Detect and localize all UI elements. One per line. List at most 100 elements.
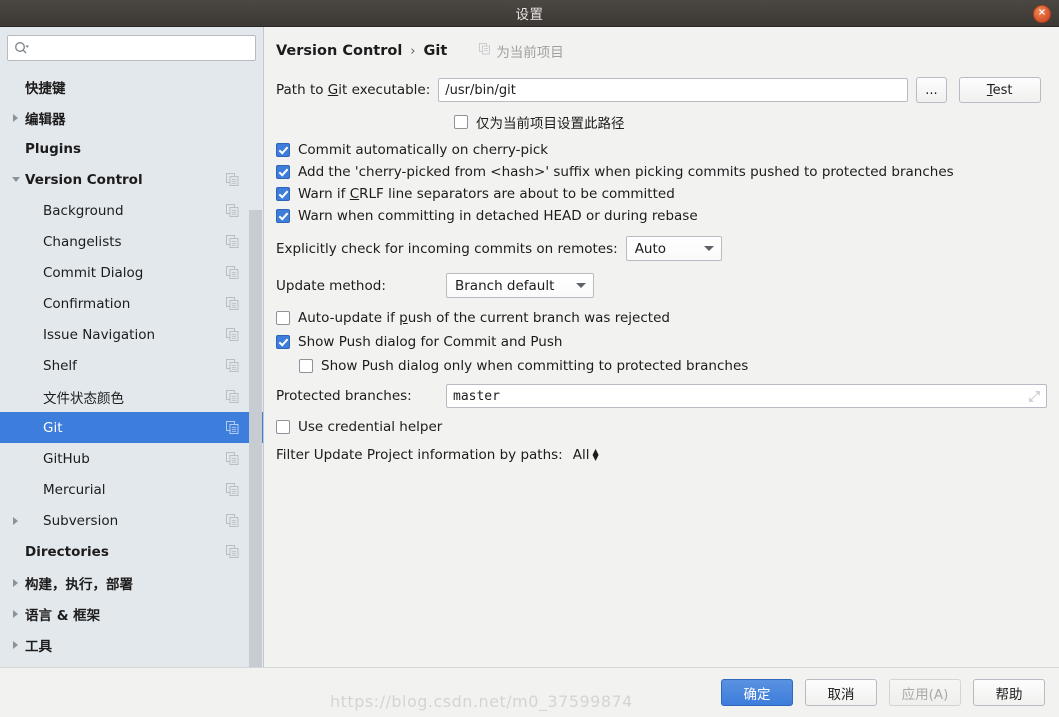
sidebar-scrollbar-track[interactable] (249, 210, 262, 667)
sidebar-item-label: Subversion (43, 512, 119, 529)
show-push-protected-checkbox[interactable] (299, 359, 313, 373)
breadcrumb-separator: › (410, 43, 416, 59)
chevron-down-icon (703, 246, 714, 251)
sidebar-item-label: Plugins (25, 140, 82, 157)
project-only-path-row[interactable]: 仅为当前项目设置此路径 (454, 112, 1047, 132)
git-path-input[interactable] (438, 78, 909, 102)
sidebar-item-plugins[interactable]: Plugins (0, 133, 263, 164)
close-icon[interactable]: × (1033, 5, 1051, 23)
show-push-dialog-row[interactable]: Show Push dialog for Commit and Push (276, 334, 1047, 350)
copy-icon[interactable] (226, 297, 239, 310)
sidebar-item-version-control[interactable]: Version Control (0, 164, 263, 195)
copy-icon[interactable] (226, 452, 239, 465)
sidebar-scrollbar-thumb[interactable] (249, 210, 262, 667)
protected-branches-input[interactable] (446, 384, 1047, 408)
sidebar-item-changelists[interactable]: Changelists (0, 226, 263, 257)
sidebar-item-shelf[interactable]: Shelf (0, 350, 263, 381)
git-path-label: Path to Git executable: (276, 82, 431, 98)
incoming-commits-label: Explicitly check for incoming commits on… (276, 240, 618, 257)
dialog-footer: https://blog.csdn.net/m0_37599874 确定 取消 … (0, 667, 1059, 717)
sidebar-item-github[interactable]: GitHub (0, 443, 263, 474)
expand-icon[interactable] (1028, 390, 1041, 403)
incoming-commits-select[interactable]: Auto (625, 236, 722, 261)
warn-detached-head-checkbox[interactable] (276, 209, 290, 223)
settings-dialog: 设置 × 快捷键 编辑器 Plugins Version Control Bac… (0, 0, 1059, 717)
filter-update-project-value[interactable]: All ▲ ▼ (573, 447, 599, 463)
sidebar-item-confirmation[interactable]: Confirmation (0, 288, 263, 319)
sidebar-item-directories[interactable]: Directories (0, 536, 263, 567)
sidebar-item-issue-navigation[interactable]: Issue Navigation (0, 319, 263, 350)
sidebar-item-[interactable]: 文件状态颜色 (0, 381, 263, 412)
copy-icon[interactable] (226, 545, 239, 558)
copy-icon[interactable] (226, 235, 239, 248)
show-push-protected-row[interactable]: Show Push dialog only when committing to… (299, 358, 1047, 374)
sidebar-item-commit-dialog[interactable]: Commit Dialog (0, 257, 263, 288)
sidebar-item-[interactable]: 工具 (0, 629, 263, 660)
auto-update-checkbox[interactable] (276, 311, 290, 325)
sidebar-item-label: 文件状态颜色 (43, 390, 124, 407)
project-only-path-label: 仅为当前项目设置此路径 (476, 116, 625, 132)
chevron-right-icon[interactable] (10, 111, 23, 124)
apply-button[interactable]: 应用(A) (889, 679, 961, 706)
warn-detached-head-row[interactable]: Warn when committing in detached HEAD or… (276, 208, 1047, 224)
copy-icon[interactable] (226, 266, 239, 279)
breadcrumb-current: Git (423, 43, 448, 59)
warn-crlf-row[interactable]: Warn if CRLF line separators are about t… (276, 186, 1047, 202)
chevron-right-icon[interactable] (10, 638, 23, 651)
sidebar-item-mercurial[interactable]: Mercurial (0, 474, 263, 505)
warn-detached-head-label: Warn when committing in detached HEAD or… (298, 208, 698, 224)
cancel-button[interactable]: 取消 (805, 679, 877, 706)
git-settings-form: Path to Git executable: ... Test 仅为当前项目设… (264, 63, 1059, 463)
update-method-select[interactable]: Branch default (446, 273, 594, 298)
ok-button[interactable]: 确定 (721, 679, 793, 706)
copy-icon[interactable] (226, 390, 239, 403)
chevron-right-icon[interactable] (10, 514, 23, 527)
copy-icon[interactable] (226, 514, 239, 527)
sidebar-item-background[interactable]: Background (0, 195, 263, 226)
use-credential-helper-checkbox[interactable] (276, 420, 290, 434)
sidebar-item-git[interactable]: Git (0, 412, 263, 443)
copy-icon[interactable] (226, 328, 239, 341)
copy-icon[interactable] (226, 204, 239, 217)
use-credential-helper-row[interactable]: Use credential helper (276, 419, 1047, 435)
window-title: 设置 (515, 7, 544, 23)
commit-auto-cherry-pick-checkbox[interactable] (276, 143, 290, 157)
protected-branches-row: Protected branches: (276, 384, 1047, 408)
sidebar-item-label: Changelists (43, 233, 122, 250)
settings-sidebar: 快捷键 编辑器 Plugins Version Control Background Ch… (0, 27, 264, 667)
search-wrapper (0, 27, 263, 67)
copy-icon[interactable] (226, 421, 239, 434)
help-button[interactable]: 帮助 (973, 679, 1045, 706)
copy-icon[interactable] (226, 173, 239, 186)
sidebar-item-[interactable]: 编辑器 (0, 102, 263, 133)
copy-icon[interactable] (226, 359, 239, 372)
sidebar-item-[interactable]: 语言 & 框架 (0, 598, 263, 629)
test-button[interactable]: Test (958, 77, 1041, 103)
sidebar-item-[interactable]: 快捷键 (0, 71, 263, 102)
chevron-right-icon[interactable] (10, 576, 23, 589)
title-bar: 设置 × (0, 0, 1059, 27)
search-input[interactable] (30, 40, 255, 56)
use-credential-helper-label: Use credential helper (298, 419, 443, 435)
incoming-commits-row: Explicitly check for incoming commits on… (276, 236, 1047, 261)
sidebar-item-subversion[interactable]: Subversion (0, 505, 263, 536)
copy-icon (479, 43, 491, 59)
auto-update-row[interactable]: Auto-update if push of the current branc… (276, 310, 1047, 326)
copy-icon[interactable] (226, 483, 239, 496)
sidebar-item-[interactable]: 构建，执行，部署 (0, 567, 263, 598)
project-only-path-checkbox[interactable] (454, 115, 468, 129)
cherry-picked-suffix-checkbox[interactable] (276, 165, 290, 179)
cherry-picked-suffix-row[interactable]: Add the 'cherry-picked from <hash>' suff… (276, 164, 1047, 180)
chevron-down-icon[interactable] (10, 173, 23, 186)
show-push-dialog-checkbox[interactable] (276, 335, 290, 349)
sidebar-item-label: Git (43, 419, 63, 436)
warn-crlf-checkbox[interactable] (276, 187, 290, 201)
settings-main-pane: Version Control › Git 为当前项目 Path to Git … (264, 27, 1059, 667)
commit-auto-cherry-pick-row[interactable]: Commit automatically on cherry-pick (276, 142, 1047, 158)
spinner-arrows-icon: ▲ ▼ (592, 447, 599, 462)
search-box[interactable] (7, 35, 256, 61)
breadcrumb-parent[interactable]: Version Control (276, 43, 402, 59)
protected-branches-label: Protected branches: (276, 388, 412, 404)
browse-button[interactable]: ... (916, 77, 947, 103)
chevron-right-icon[interactable] (10, 607, 23, 620)
